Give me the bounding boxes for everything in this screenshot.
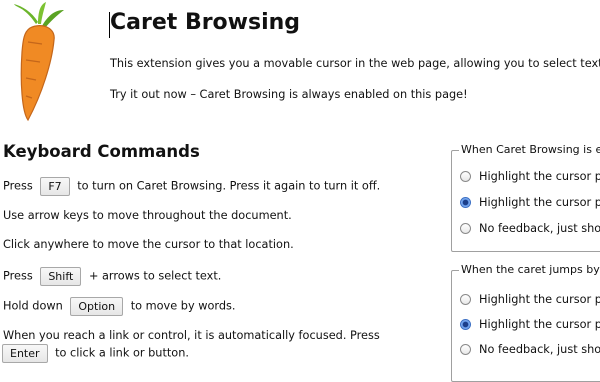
key-f7: F7 (40, 177, 70, 196)
command-text: Press (3, 179, 33, 193)
carrot-logo-icon (14, 2, 64, 122)
key-enter: Enter (2, 344, 48, 363)
command-text: to turn on Caret Browsing. Press it agai… (77, 179, 381, 193)
caret-jump-settings-group: When the caret jumps by Highlight the cu… (451, 263, 600, 382)
radio-option-no-feedback[interactable]: No feedback, just sho (460, 343, 600, 356)
radio-button-selected[interactable] (460, 319, 471, 330)
radio-label: No feedback, just sho (479, 343, 600, 356)
command-text: Hold down (3, 299, 63, 313)
command-text: to move by words. (130, 299, 236, 313)
intro-text: This extension gives you a movable curso… (110, 57, 600, 70)
radio-button[interactable] (460, 171, 471, 182)
command-click-line: Click anywhere to move the cursor to tha… (3, 238, 294, 251)
radio-label: No feedback, just sho (479, 222, 600, 235)
group-legend: When Caret Browsing is e (459, 143, 600, 156)
radio-label: Highlight the cursor p (479, 318, 600, 331)
command-text: Press (3, 269, 33, 283)
radio-option-highlight-1[interactable]: Highlight the cursor p (460, 170, 600, 183)
command-enter-line: Enter to click a link or button. (2, 344, 189, 363)
command-f7-line: Press F7 to turn on Caret Browsing. Pres… (3, 177, 380, 196)
command-arrows-line: Use arrow keys to move throughout the do… (3, 209, 292, 222)
command-shift-line: Press Shift + arrows to select text. (3, 267, 221, 286)
command-option-line: Hold down Option to move by words. (3, 297, 235, 316)
command-focus-line: When you reach a link or control, it is … (3, 329, 380, 342)
radio-label: Highlight the cursor p (479, 196, 600, 209)
radio-option-highlight-2[interactable]: Highlight the cursor p (460, 196, 600, 209)
radio-label: Highlight the cursor p (479, 293, 600, 306)
command-text: to click a link or button. (55, 346, 189, 360)
command-text: + arrows to select text. (88, 269, 222, 283)
page-title: Caret Browsing (110, 10, 301, 35)
caret-enabled-settings-group: When Caret Browsing is e Highlight the c… (451, 143, 600, 252)
key-shift: Shift (40, 267, 82, 286)
radio-label: Highlight the cursor p (479, 170, 600, 183)
radio-button[interactable] (460, 294, 471, 305)
radio-option-no-feedback[interactable]: No feedback, just sho (460, 222, 600, 235)
radio-option-highlight-1[interactable]: Highlight the cursor p (460, 293, 600, 306)
radio-button[interactable] (460, 344, 471, 355)
key-option: Option (70, 297, 124, 316)
radio-option-highlight-2[interactable]: Highlight the cursor p (460, 318, 600, 331)
intro-tryout-text: Try it out now – Caret Browsing is alway… (110, 88, 468, 101)
group-legend: When the caret jumps by (459, 263, 600, 276)
radio-button-selected[interactable] (460, 197, 471, 208)
keyboard-commands-heading: Keyboard Commands (3, 142, 200, 161)
radio-button[interactable] (460, 223, 471, 234)
